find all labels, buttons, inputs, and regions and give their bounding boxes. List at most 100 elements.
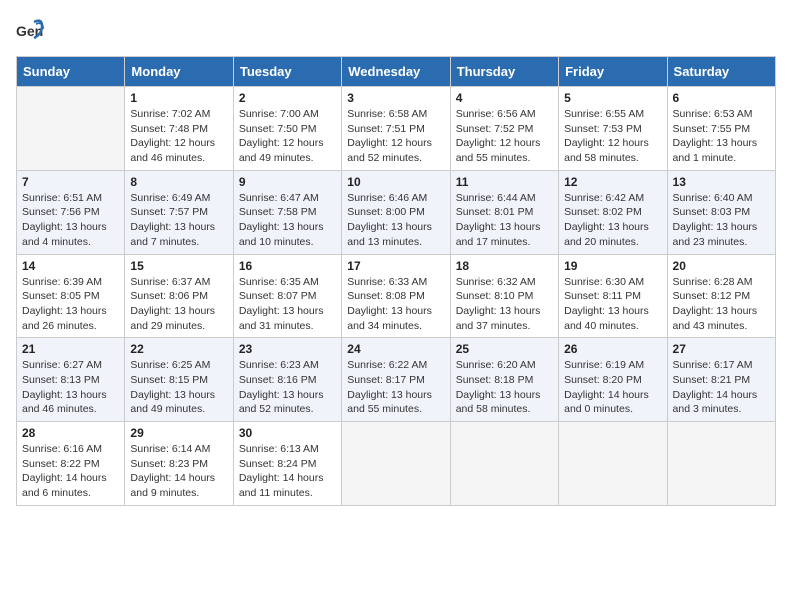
day-header-saturday: Saturday	[667, 57, 775, 87]
cell-text: and 52 minutes.	[347, 151, 444, 166]
cell-text: and 1 minute.	[673, 151, 770, 166]
day-header-friday: Friday	[559, 57, 667, 87]
cell-text: and 0 minutes.	[564, 402, 661, 417]
cell-text: Sunset: 8:10 PM	[456, 289, 553, 304]
cell-text: Sunset: 8:22 PM	[22, 457, 119, 472]
calendar-cell: 30Sunrise: 6:13 AMSunset: 8:24 PMDayligh…	[233, 422, 341, 506]
cell-text: Sunset: 8:20 PM	[564, 373, 661, 388]
cell-text: Sunset: 8:12 PM	[673, 289, 770, 304]
day-number: 1	[130, 91, 227, 105]
cell-text: Sunset: 8:21 PM	[673, 373, 770, 388]
cell-text: Daylight: 13 hours	[130, 220, 227, 235]
day-number: 29	[130, 426, 227, 440]
day-number: 26	[564, 342, 661, 356]
cell-text: Daylight: 13 hours	[22, 388, 119, 403]
cell-text: Daylight: 13 hours	[347, 388, 444, 403]
cell-text: and 11 minutes.	[239, 486, 336, 501]
logo-icon: Gen	[16, 16, 44, 44]
cell-text: Daylight: 13 hours	[347, 304, 444, 319]
cell-text: and 37 minutes.	[456, 319, 553, 334]
cell-text: Sunrise: 6:51 AM	[22, 191, 119, 206]
calendar-cell: 26Sunrise: 6:19 AMSunset: 8:20 PMDayligh…	[559, 338, 667, 422]
calendar-cell: 15Sunrise: 6:37 AMSunset: 8:06 PMDayligh…	[125, 254, 233, 338]
day-header-sunday: Sunday	[17, 57, 125, 87]
cell-text: Sunset: 7:52 PM	[456, 122, 553, 137]
cell-text: Sunset: 8:16 PM	[239, 373, 336, 388]
cell-text: Sunset: 7:51 PM	[347, 122, 444, 137]
day-number: 11	[456, 175, 553, 189]
day-number: 17	[347, 259, 444, 273]
cell-text: and 4 minutes.	[22, 235, 119, 250]
day-number: 9	[239, 175, 336, 189]
day-number: 21	[22, 342, 119, 356]
cell-text: and 40 minutes.	[564, 319, 661, 334]
calendar-cell: 11Sunrise: 6:44 AMSunset: 8:01 PMDayligh…	[450, 170, 558, 254]
cell-text: and 58 minutes.	[564, 151, 661, 166]
day-number: 4	[456, 91, 553, 105]
cell-text: Sunrise: 6:44 AM	[456, 191, 553, 206]
calendar-cell: 20Sunrise: 6:28 AMSunset: 8:12 PMDayligh…	[667, 254, 775, 338]
calendar-cell: 8Sunrise: 6:49 AMSunset: 7:57 PMDaylight…	[125, 170, 233, 254]
calendar-cell: 1Sunrise: 7:02 AMSunset: 7:48 PMDaylight…	[125, 87, 233, 171]
cell-text: and 52 minutes.	[239, 402, 336, 417]
calendar-cell: 6Sunrise: 6:53 AMSunset: 7:55 PMDaylight…	[667, 87, 775, 171]
cell-text: Daylight: 14 hours	[22, 471, 119, 486]
cell-text: and 9 minutes.	[130, 486, 227, 501]
calendar-cell: 21Sunrise: 6:27 AMSunset: 8:13 PMDayligh…	[17, 338, 125, 422]
day-number: 25	[456, 342, 553, 356]
cell-text: Sunset: 7:58 PM	[239, 205, 336, 220]
day-number: 27	[673, 342, 770, 356]
cell-text: Sunrise: 6:25 AM	[130, 358, 227, 373]
calendar-cell: 16Sunrise: 6:35 AMSunset: 8:07 PMDayligh…	[233, 254, 341, 338]
calendar-cell: 13Sunrise: 6:40 AMSunset: 8:03 PMDayligh…	[667, 170, 775, 254]
cell-text: Sunset: 8:11 PM	[564, 289, 661, 304]
page-header: Gen	[16, 16, 776, 44]
day-number: 23	[239, 342, 336, 356]
cell-text: Sunrise: 7:00 AM	[239, 107, 336, 122]
cell-text: Daylight: 13 hours	[673, 304, 770, 319]
cell-text: Daylight: 12 hours	[347, 136, 444, 151]
day-number: 3	[347, 91, 444, 105]
cell-text: Daylight: 12 hours	[130, 136, 227, 151]
calendar-cell: 28Sunrise: 6:16 AMSunset: 8:22 PMDayligh…	[17, 422, 125, 506]
day-number: 20	[673, 259, 770, 273]
cell-text: Sunset: 8:23 PM	[130, 457, 227, 472]
cell-text: Daylight: 13 hours	[239, 388, 336, 403]
cell-text: Sunset: 8:00 PM	[347, 205, 444, 220]
cell-text: and 49 minutes.	[239, 151, 336, 166]
cell-text: Sunrise: 6:56 AM	[456, 107, 553, 122]
cell-text: Sunset: 7:57 PM	[130, 205, 227, 220]
logo: Gen	[16, 16, 46, 44]
day-number: 24	[347, 342, 444, 356]
calendar-cell: 3Sunrise: 6:58 AMSunset: 7:51 PMDaylight…	[342, 87, 450, 171]
cell-text: Daylight: 14 hours	[239, 471, 336, 486]
calendar-cell: 29Sunrise: 6:14 AMSunset: 8:23 PMDayligh…	[125, 422, 233, 506]
cell-text: Sunrise: 6:19 AM	[564, 358, 661, 373]
cell-text: Sunrise: 6:32 AM	[456, 275, 553, 290]
calendar-table: SundayMondayTuesdayWednesdayThursdayFrid…	[16, 56, 776, 506]
cell-text: and 46 minutes.	[22, 402, 119, 417]
calendar-cell: 18Sunrise: 6:32 AMSunset: 8:10 PMDayligh…	[450, 254, 558, 338]
cell-text: Daylight: 13 hours	[673, 220, 770, 235]
day-number: 19	[564, 259, 661, 273]
cell-text: Daylight: 12 hours	[564, 136, 661, 151]
cell-text: and 55 minutes.	[456, 151, 553, 166]
cell-text: and 31 minutes.	[239, 319, 336, 334]
cell-text: Sunset: 8:17 PM	[347, 373, 444, 388]
cell-text: Sunset: 7:50 PM	[239, 122, 336, 137]
day-number: 13	[673, 175, 770, 189]
cell-text: Sunset: 8:18 PM	[456, 373, 553, 388]
day-header-tuesday: Tuesday	[233, 57, 341, 87]
cell-text: and 46 minutes.	[130, 151, 227, 166]
cell-text: Daylight: 12 hours	[456, 136, 553, 151]
cell-text: Sunset: 7:55 PM	[673, 122, 770, 137]
cell-text: Daylight: 13 hours	[22, 304, 119, 319]
cell-text: Daylight: 13 hours	[673, 136, 770, 151]
cell-text: and 23 minutes.	[673, 235, 770, 250]
cell-text: Sunrise: 6:27 AM	[22, 358, 119, 373]
cell-text: Sunrise: 6:30 AM	[564, 275, 661, 290]
cell-text: Sunrise: 6:23 AM	[239, 358, 336, 373]
cell-text: and 43 minutes.	[673, 319, 770, 334]
calendar-cell	[667, 422, 775, 506]
calendar-cell	[559, 422, 667, 506]
